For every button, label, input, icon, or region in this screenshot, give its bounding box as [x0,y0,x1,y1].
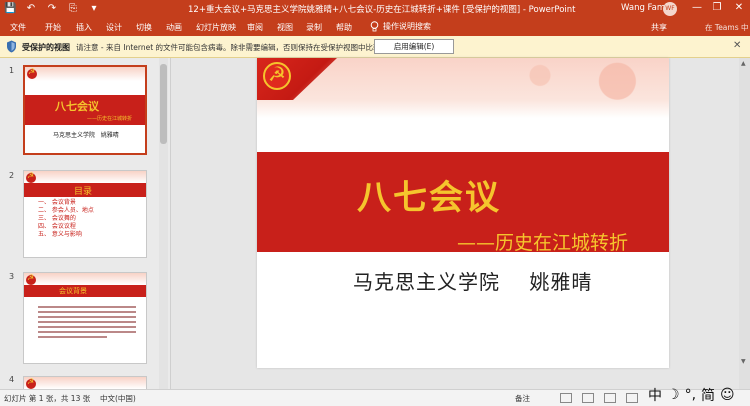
search-label: 操作说明搜索 [383,22,431,31]
emblem-icon [26,171,36,183]
title-bar: 💾 ↶ ↷ ⎘ ▾ 12+重大会议+马克思主义学院姚雅晴+八七会议-历史在江城转… [0,0,750,19]
thumbnail-slide-2[interactable]: 目录 一、 会议背景 二、 参会人员、地点 三、 会议舞的 四、 会议议程 五、… [23,170,147,258]
tab-insert[interactable]: 插入 [76,22,92,33]
scroll-down-icon[interactable]: ▼ [741,358,746,365]
slide-thumbnail-pane: 1 八七会议 ——历史在江城转折 马克思主义学院 姚雅晴 2 目录 一、 会议背… [0,58,171,389]
protected-view-title: 受保护的视图 [22,43,70,52]
slide-count: 幻灯片 第 1 张，共 13 张 [4,394,91,403]
minimize-button[interactable]: — [690,2,704,13]
thumbnail-number: 2 [9,171,15,180]
present-icon[interactable]: ⎘ [67,2,79,16]
thumbnail-scrollbar-thumb[interactable] [160,64,167,144]
slide-subtitle: ——历史在江城转折 [457,232,629,254]
toc-item: 五、 意义与影响 [38,231,82,238]
toc-item: 二、 参会人员、地点 [38,207,94,214]
thumbnail-slide-1[interactable]: 八七会议 ——历史在江城转折 马克思主义学院 姚雅晴 [23,65,147,155]
toc-item: 四、 会议议程 [38,223,76,230]
tab-transitions[interactable]: 切换 [136,22,152,33]
protected-view-bar: 受保护的视图 请注意 - 来自 Internet 的文件可能包含病毒。除非需要编… [0,36,750,58]
scroll-up-icon[interactable]: ▲ [741,60,746,67]
tab-review[interactable]: 审阅 [247,22,263,33]
avatar[interactable]: WF [663,2,677,16]
document-title: 12+重大会议+马克思主义学院姚雅晴+八七会议-历史在江城转折+课件 [受保护的… [188,5,576,15]
undo-icon[interactable]: ↶ [25,2,37,16]
tab-animations[interactable]: 动画 [166,22,182,33]
reading-view-icon[interactable] [604,393,616,403]
emblem-icon [26,377,36,389]
toc-item: 一、 会议背景 [38,199,76,206]
slide-scrollbar[interactable]: ▲ ▼ [739,58,750,389]
maximize-button[interactable]: ❐ [710,2,724,13]
slide-canvas[interactable]: 八七会议 ——历史在江城转折 马克思主义学院 姚雅晴 [257,58,669,368]
tab-slideshow[interactable]: 幻灯片放映 [196,22,236,33]
save-icon[interactable]: 💾 [4,2,16,16]
normal-view-icon[interactable] [560,393,572,403]
teams-button[interactable]: 在 Teams 中 [705,22,749,33]
thumbnail-number: 3 [9,272,15,281]
thumbnail-subtitle: ——历史在江城转折 [87,116,133,122]
slide-sorter-icon[interactable] [582,393,594,403]
ribbon-tabs: 文件 开始 插入 设计 切换 动画 幻灯片放映 审阅 视图 录制 帮助 操作说明… [0,19,750,36]
language-indicator[interactable]: 中文(中国) [100,393,136,404]
thumbnail-number: 4 [9,375,15,384]
slideshow-icon[interactable] [626,393,638,403]
customize-toolbar-icon[interactable]: ▾ [88,2,100,16]
thumbnail-number: 1 [9,66,15,75]
enable-editing-button[interactable]: 启用编辑(E) [374,39,454,54]
thumbnail-body-text [38,303,136,355]
tab-design[interactable]: 设计 [106,22,122,33]
tab-file[interactable]: 文件 [10,22,26,33]
thumbnail-title: 八七会议 [55,100,99,113]
share-button[interactable]: 共享 [651,22,667,33]
thumbnail-author: 马克思主义学院 姚雅晴 [53,132,119,139]
moon-icon[interactable]: ☽ [667,387,680,403]
tab-record[interactable]: 录制 [306,22,322,33]
thumbnail-slide-4[interactable] [23,376,147,389]
toc-item: 三、 会议舞的 [38,215,76,222]
thumbnail-title: 会议背景 [59,287,87,295]
simplified-button[interactable]: 简 [701,385,715,405]
protected-view-message: 请注意 - 来自 Internet 的文件可能包含病毒。除非需要编辑，否则保持在… [76,43,404,52]
tab-help[interactable]: 帮助 [336,22,352,33]
quick-access-toolbar: 💾 ↶ ↷ ⎘ ▾ [4,2,100,16]
slide-title: 八七会议 [357,178,501,218]
punctuation-button[interactable]: °, [685,387,696,403]
lightbulb-icon [370,21,379,32]
tab-home[interactable]: 开始 [45,22,61,33]
ime-mode-button[interactable]: 中 [648,385,662,405]
emoji-icon[interactable]: ☺ [720,387,735,403]
close-button[interactable]: ✕ [732,2,746,13]
redo-icon[interactable]: ↷ [46,2,58,16]
tell-me-search[interactable]: 操作说明搜索 [370,21,431,32]
status-bar: 幻灯片 第 1 张，共 13 张 中文(中国) 备注 [0,389,750,406]
thumbnail-title: 目录 [74,187,93,197]
emblem-icon [26,273,36,285]
shield-icon [7,40,16,53]
slide-author: 马克思主义学院 姚雅晴 [353,270,593,294]
ime-toolbar: 中 ☽ °, 简 ☺ [648,385,735,405]
thumbnail-slide-3[interactable]: 会议背景 [23,272,147,364]
emblem-icon [27,67,37,79]
notes-button[interactable]: 备注 [515,393,530,404]
tab-view[interactable]: 视图 [277,22,293,33]
party-emblem-icon [263,62,291,90]
close-icon[interactable]: ✕ [733,40,741,51]
